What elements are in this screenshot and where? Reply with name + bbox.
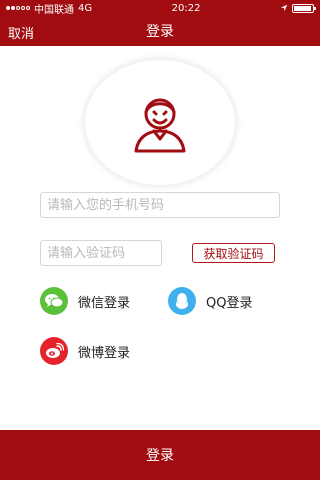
phone-input[interactable] <box>40 192 280 218</box>
wechat-login-label: 微信登录 <box>78 295 131 311</box>
qq-login-label: QQ登录 <box>206 295 253 311</box>
qq-penguin-icon <box>168 287 196 315</box>
network-type: 4G <box>78 2 93 14</box>
wechat-login-button[interactable]: 微信登录 <box>40 287 130 315</box>
status-left: 中国联通 4G <box>6 1 92 16</box>
avatar <box>85 60 235 185</box>
battery-icon <box>291 3 316 13</box>
verification-code-input[interactable] <box>40 240 162 266</box>
nav-bar: 取消 登录 <box>0 16 320 46</box>
page-title: 登录 <box>146 24 174 40</box>
status-bar: 中国联通 4G 20:22 <box>0 0 320 16</box>
status-time: 20:22 <box>171 2 201 14</box>
get-code-button[interactable]: 获取验证码 <box>192 243 275 263</box>
location-arrow-icon <box>280 4 288 12</box>
weibo-login-button[interactable]: 微博登录 <box>40 337 130 365</box>
user-avatar-icon <box>134 98 186 152</box>
status-right <box>280 3 316 13</box>
weibo-login-label: 微博登录 <box>78 345 131 361</box>
qq-login-button[interactable]: QQ登录 <box>168 287 252 315</box>
login-button[interactable]: 登录 <box>0 430 320 480</box>
signal-strength-icon <box>6 6 30 10</box>
weibo-icon <box>40 337 68 365</box>
wechat-icon <box>40 287 68 315</box>
carrier-name: 中国联通 <box>34 4 74 16</box>
cancel-button[interactable]: 取消 <box>8 23 34 42</box>
